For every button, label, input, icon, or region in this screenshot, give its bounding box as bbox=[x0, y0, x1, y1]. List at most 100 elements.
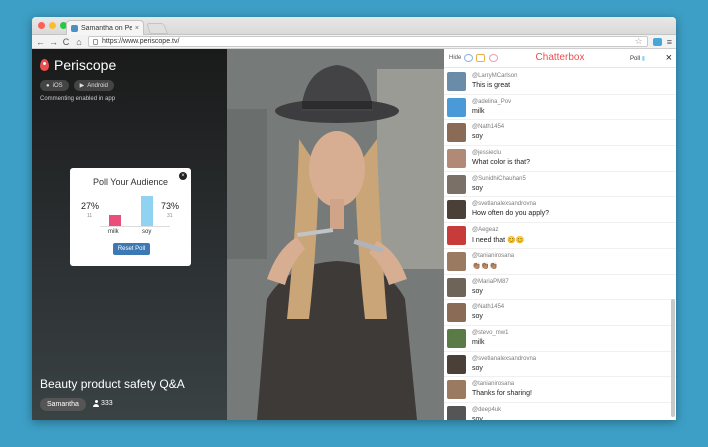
message-username[interactable]: @deep4uk bbox=[472, 407, 501, 413]
poll-milk-percent: 27% bbox=[81, 201, 100, 211]
avatar[interactable] bbox=[447, 380, 466, 400]
broadcast-video-frame bbox=[227, 49, 444, 420]
presenter-body bbox=[257, 261, 417, 420]
window-controls bbox=[38, 22, 67, 29]
chat-message: @tanianirosana 👏🏽👏🏽👏🏽 bbox=[444, 249, 676, 275]
favicon-icon bbox=[71, 24, 78, 32]
hat-band bbox=[302, 101, 372, 109]
message-text: soy bbox=[472, 313, 483, 321]
tab-close-icon[interactable]: × bbox=[135, 25, 139, 32]
periscope-logo[interactable]: Periscope bbox=[40, 57, 116, 73]
poll-toggle[interactable]: Poll ▮ bbox=[630, 55, 645, 62]
poll-label-soy: soy bbox=[142, 229, 152, 235]
android-label: Android bbox=[87, 82, 108, 89]
message-text: This is great bbox=[472, 82, 511, 89]
browser-tab[interactable]: Samantha on Periscope × bbox=[66, 20, 144, 35]
presenter-face bbox=[309, 131, 365, 207]
app-links: ● iOS ▶ Android bbox=[40, 80, 114, 91]
avatar[interactable] bbox=[447, 72, 466, 91]
chat-message: @adelina_Pov milk bbox=[444, 95, 676, 121]
chat-message: @jessieclu What color is that? bbox=[444, 146, 676, 172]
poll-label-milk: milk bbox=[108, 229, 119, 235]
chat-message: @MariaPM87 soy bbox=[444, 275, 676, 301]
avatar[interactable] bbox=[447, 200, 466, 220]
forward-arrow-icon[interactable]: → bbox=[49, 35, 58, 49]
background-wall bbox=[377, 69, 444, 269]
android-icon: ▶ bbox=[79, 83, 85, 89]
poll-soy-percent: 73% bbox=[161, 201, 180, 211]
avatar[interactable] bbox=[447, 354, 466, 374]
message-username[interactable]: @stevo_mw1 bbox=[472, 330, 508, 336]
poll-bar-soy bbox=[141, 195, 153, 226]
chat-close-icon[interactable]: × bbox=[666, 52, 672, 64]
avatar[interactable] bbox=[447, 405, 466, 420]
poll-toggle-label: Poll bbox=[630, 56, 641, 62]
reload-icon[interactable]: C bbox=[62, 35, 70, 49]
avatar[interactable] bbox=[447, 226, 466, 246]
viewer-count: 333 bbox=[93, 400, 113, 407]
minimize-window-button[interactable] bbox=[49, 22, 56, 29]
chat-message: @svetlanalexsandrovna How often do you ap… bbox=[444, 197, 676, 224]
back-arrow-icon[interactable]: ← bbox=[36, 35, 45, 49]
chat-message: @svetlanalexsandrovna soy bbox=[444, 352, 676, 378]
bookmark-star-icon[interactable]: ☆ bbox=[635, 36, 643, 47]
page-content: Periscope ● iOS ▶ Android Commenting ena… bbox=[32, 49, 676, 420]
navigation-bar: ← → C ⌂ https://www.periscope.tv/ ☆ ≡ bbox=[32, 35, 676, 49]
message-username[interactable]: @SunidhiChauhan5 bbox=[472, 176, 526, 182]
poll-title: Poll Your Audience bbox=[92, 177, 169, 187]
android-app-button[interactable]: ▶ Android bbox=[73, 80, 114, 91]
message-text: How often do you apply? bbox=[472, 210, 550, 218]
viewer-count-value: 333 bbox=[101, 400, 113, 407]
message-username[interactable]: @tanianirosana bbox=[472, 253, 514, 259]
new-tab-button[interactable] bbox=[145, 23, 169, 34]
message-text: soy bbox=[472, 133, 483, 141]
message-text: What color is that? bbox=[472, 159, 530, 167]
chat-message: @LarryMCarlson This is great bbox=[444, 69, 676, 95]
video-stream[interactable] bbox=[227, 49, 444, 420]
broadcast-title: Beauty product safety Q&A bbox=[40, 377, 185, 391]
message-username[interactable]: @LarryMCarlson bbox=[472, 73, 517, 79]
home-icon[interactable]: ⌂ bbox=[75, 35, 83, 49]
message-username[interactable]: @svetlanalexsandrovna bbox=[472, 201, 536, 207]
poll-close-icon[interactable]: × bbox=[179, 172, 187, 180]
broadcaster-chip[interactable]: Samantha bbox=[40, 398, 86, 411]
avatar[interactable] bbox=[447, 149, 466, 169]
message-text: 👏🏽👏🏽👏🏽 bbox=[472, 262, 499, 270]
extension-icon[interactable] bbox=[652, 37, 662, 46]
browser-menu-icon[interactable]: ≡ bbox=[667, 37, 672, 47]
message-username[interactable]: @Nath1454 bbox=[472, 304, 504, 310]
chat-scrollbar[interactable] bbox=[671, 299, 675, 417]
ios-app-button[interactable]: ● iOS bbox=[40, 80, 69, 91]
url-text: https://www.periscope.tv/ bbox=[102, 38, 180, 45]
avatar[interactable] bbox=[447, 174, 466, 194]
message-username[interactable]: @svetlanalexsandrovna bbox=[472, 356, 536, 362]
message-username[interactable]: @Aegeaz bbox=[472, 227, 498, 233]
message-username[interactable]: @tanianirosana bbox=[472, 381, 514, 387]
chat-header: Hide Chatterbox Poll ▮ × bbox=[444, 49, 676, 68]
message-text: soy bbox=[472, 184, 483, 192]
page-icon bbox=[93, 38, 98, 45]
tab-bar: Samantha on Periscope × bbox=[32, 17, 676, 35]
reset-poll-button[interactable]: Reset Poll bbox=[113, 243, 150, 255]
message-username[interactable]: @jessieclu bbox=[472, 150, 501, 156]
avatar[interactable] bbox=[447, 277, 466, 297]
avatar[interactable] bbox=[447, 303, 466, 323]
close-window-button[interactable] bbox=[38, 22, 45, 29]
address-bar[interactable]: https://www.periscope.tv/ ☆ bbox=[88, 36, 648, 47]
logo-text: Periscope bbox=[54, 57, 117, 73]
avatar[interactable] bbox=[447, 251, 466, 271]
avatar[interactable] bbox=[447, 328, 466, 348]
message-text: soy bbox=[472, 287, 483, 295]
poll-bars-icon: ▮ bbox=[641, 56, 645, 62]
message-username[interactable]: @MariaPM87 bbox=[472, 279, 509, 285]
poll-bar-milk bbox=[109, 214, 121, 226]
chat-message-list[interactable]: @LarryMCarlson This is great @adelina_Pov m… bbox=[444, 69, 676, 420]
avatar[interactable] bbox=[447, 97, 466, 117]
poll-milk-count: 11 bbox=[87, 213, 93, 219]
message-username[interactable]: @Nath1454 bbox=[472, 124, 504, 130]
message-username[interactable]: @adelina_Pov bbox=[472, 99, 511, 105]
poll-card: Poll Your Audience × 27% 11 73% 31 milk … bbox=[70, 168, 191, 266]
ios-label: iOS bbox=[52, 82, 63, 89]
avatar[interactable] bbox=[447, 123, 466, 143]
message-text: soy bbox=[472, 415, 483, 420]
